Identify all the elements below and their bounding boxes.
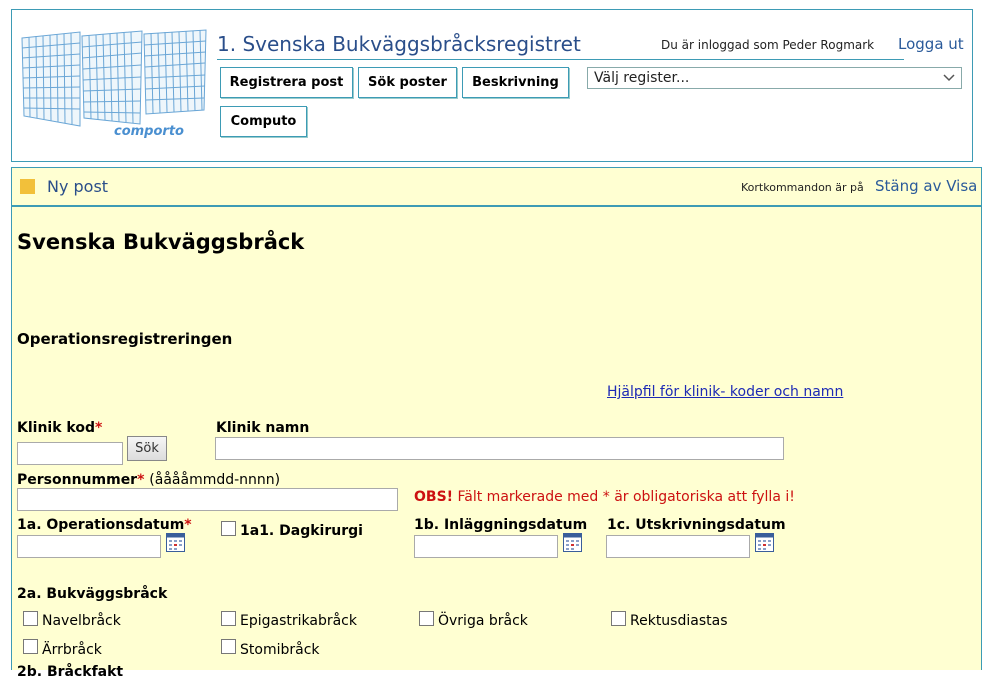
dagkirurgi-checkbox[interactable] xyxy=(221,521,236,536)
required-notice: OBS! Fält markerade med * är obligatoris… xyxy=(414,489,795,505)
inlaggningsdatum-input[interactable] xyxy=(414,535,558,558)
stomibrack-label: Stomibråck xyxy=(240,642,320,658)
logo-text: comporto xyxy=(114,124,184,138)
section-title: Ny post xyxy=(47,177,109,196)
rektusdiastas-label: Rektusdiastas xyxy=(630,613,728,629)
calendar-icon[interactable] xyxy=(166,533,185,552)
logged-in-text: Du är inloggad som Peder Rogmark xyxy=(661,38,875,52)
section-square-icon xyxy=(20,179,35,194)
personnummer-label: Personnummer* (ååååmmdd-nnnn) xyxy=(17,472,281,488)
klinik-namn-label: Klinik namn xyxy=(216,420,310,436)
next-section-heading: 2b. Bråckfakt xyxy=(17,664,124,680)
shortcut-off-link[interactable]: Stäng av xyxy=(875,177,941,195)
title-divider xyxy=(217,59,904,60)
epigastrikabrack-label: Epigastrikabråck xyxy=(240,613,357,629)
klinik-namn-input[interactable] xyxy=(215,437,784,460)
ovriga-brack-label: Övriga bråck xyxy=(438,613,528,629)
app-header: comporto 1. Svenska Bukväggsbråcksregist… xyxy=(11,9,973,162)
computo-button[interactable]: Computo xyxy=(220,106,307,137)
form-heading: Svenska Bukväggsbråck xyxy=(17,230,305,254)
operationsdatum-label: 1a. Operationsdatum* xyxy=(17,517,192,533)
ovriga-brack-checkbox[interactable] xyxy=(419,611,434,626)
dagkirurgi-label: 1a1. Dagkirurgi xyxy=(240,523,363,539)
personnummer-input[interactable] xyxy=(17,488,398,511)
calendar-icon[interactable] xyxy=(563,533,582,552)
calendar-icon[interactable] xyxy=(755,533,774,552)
comporto-logo: comporto xyxy=(21,29,207,138)
shortcut-links: Stäng av Visa xyxy=(875,177,977,195)
register-select-value: Välj register... xyxy=(594,70,690,86)
shortcut-status: Kortkommandon är på xyxy=(741,181,864,194)
form-subheading: Operationsregistreringen xyxy=(17,330,233,348)
inlaggningsdatum-label: 1b. Inläggningsdatum xyxy=(414,517,588,533)
logout-link[interactable]: Logga ut xyxy=(898,35,964,53)
register-post-button[interactable]: Registrera post xyxy=(220,67,353,98)
chevron-down-icon xyxy=(943,74,955,82)
navelbrack-label: Navelbråck xyxy=(42,613,121,629)
register-select[interactable]: Välj register... xyxy=(587,67,962,89)
arrbrack-label: Ärrbråck xyxy=(42,642,102,658)
utskrivningsdatum-label: 1c. Utskrivningsdatum xyxy=(607,517,786,533)
stomibrack-checkbox[interactable] xyxy=(221,639,236,654)
form-area: Svenska Bukväggsbråck Operationsregistre… xyxy=(11,207,982,680)
help-file-link[interactable]: Hjälpfil för klinik- koder och namn xyxy=(607,384,843,400)
klinik-kod-input[interactable] xyxy=(17,442,123,465)
operationsdatum-input[interactable] xyxy=(17,535,161,558)
search-klinik-button[interactable]: Sök xyxy=(127,436,167,461)
utskrivningsdatum-input[interactable] xyxy=(606,535,750,558)
search-posts-button[interactable]: Sök poster xyxy=(358,67,457,98)
navelbrack-checkbox[interactable] xyxy=(23,611,38,626)
arrbrack-checkbox[interactable] xyxy=(23,639,38,654)
description-button[interactable]: Beskrivning xyxy=(462,67,569,98)
shortcut-show-link[interactable]: Visa xyxy=(946,177,977,195)
klinik-kod-label: Klinik kod* xyxy=(17,420,103,436)
section-bar: Ny post Kortkommandon är på Stäng av Vis… xyxy=(11,167,982,207)
epigastrikabrack-checkbox[interactable] xyxy=(221,611,236,626)
bukvaggsbrack-heading: 2a. Bukväggsbråck xyxy=(17,586,168,602)
rektusdiastas-checkbox[interactable] xyxy=(611,611,626,626)
app-title: 1. Svenska Bukväggsbråcksregistret xyxy=(217,32,581,56)
